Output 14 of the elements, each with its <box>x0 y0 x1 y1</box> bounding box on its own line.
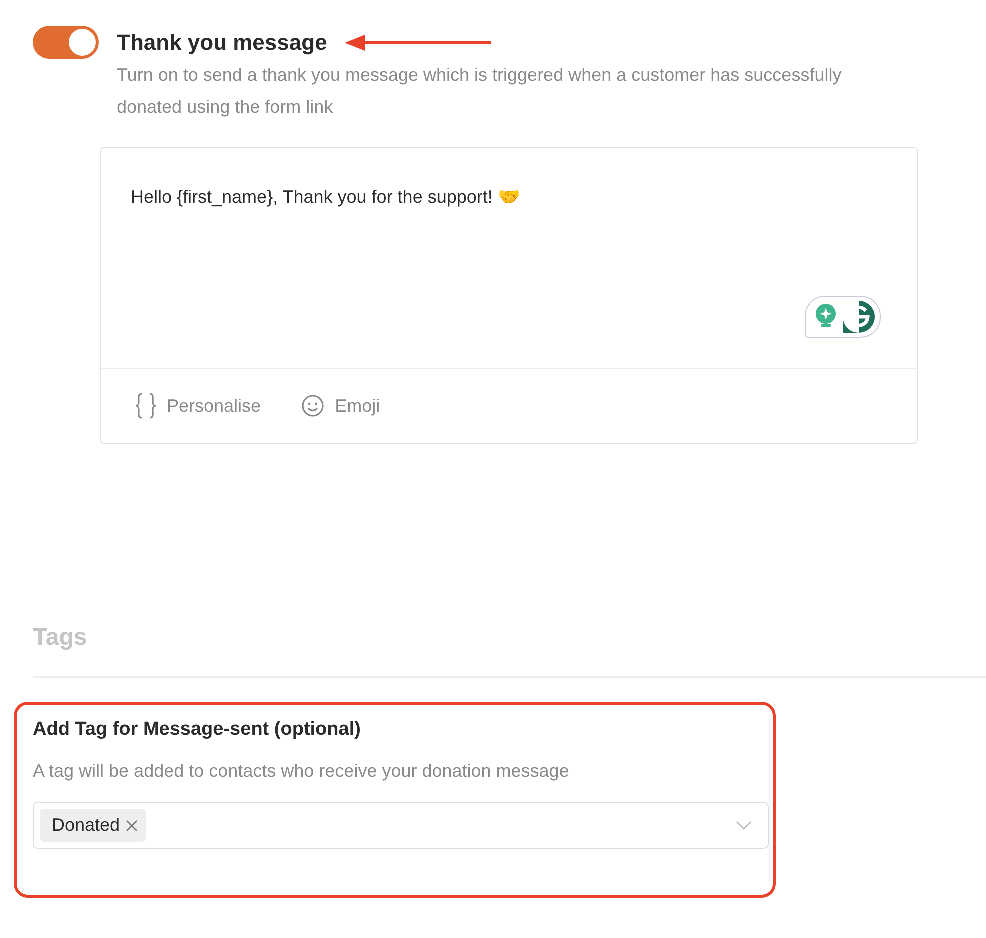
message-editor[interactable]: Hello {first_name}, Thank you for the support! 🤝 Personalise Emoji <box>100 147 918 444</box>
tags-heading: Tags <box>33 624 88 652</box>
message-text: Hello {first_name}, Thank you for the support! 🤝 <box>131 186 521 208</box>
braces-icon <box>135 392 157 420</box>
toggle-switch[interactable] <box>33 26 99 59</box>
section-title: Thank you message <box>117 30 328 56</box>
grammar-assistant-badge[interactable] <box>805 296 881 338</box>
remove-icon[interactable] <box>126 820 138 832</box>
smiley-icon <box>301 394 326 418</box>
tag-label: Donated <box>52 815 120 836</box>
section-description: Turn on to send a thank you message which is triggered when a customer has successfully donated using the form link <box>117 64 843 119</box>
tag-select-field[interactable]: Donated <box>33 802 769 849</box>
field-help-text: A tag will be added to contacts who receive your donation message <box>33 761 570 782</box>
field-label: Add Tag for Message-sent (optional) <box>33 719 362 741</box>
